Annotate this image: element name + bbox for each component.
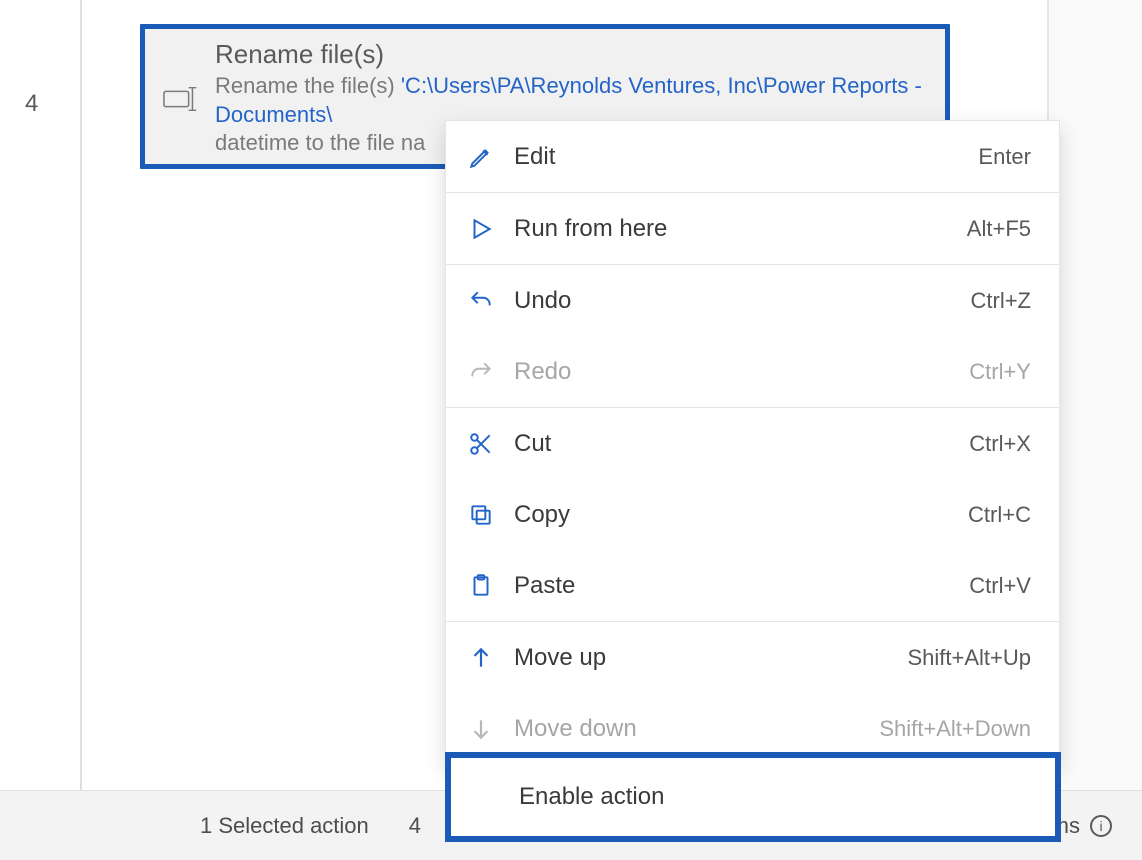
menu-item-label: Move down xyxy=(514,715,879,743)
menu-item-run-from-here[interactable]: Run from hereAlt+F5 xyxy=(446,193,1059,264)
arrow-down-icon xyxy=(466,714,496,744)
menu-item-shortcut: Ctrl+V xyxy=(969,573,1031,599)
menu-item-label: Move up xyxy=(514,644,907,672)
menu-item-edit[interactable]: EditEnter xyxy=(446,121,1059,192)
copy-icon xyxy=(466,500,496,530)
menu-item-undo[interactable]: UndoCtrl+Z xyxy=(446,265,1059,336)
menu-item-label: Undo xyxy=(514,287,971,315)
menu-item-shortcut: Ctrl+Y xyxy=(969,359,1031,385)
paste-icon xyxy=(466,571,496,601)
menu-item-copy[interactable]: CopyCtrl+C xyxy=(446,479,1059,550)
menu-item-move-up[interactable]: Move upShift+Alt+Up xyxy=(446,622,1059,693)
menu-item-shortcut: Ctrl+Z xyxy=(971,288,1032,314)
menu-item-shortcut: Shift+Alt+Up xyxy=(907,645,1031,671)
play-icon xyxy=(466,214,496,244)
menu-item-label: Paste xyxy=(514,572,969,600)
menu-item-label: Run from here xyxy=(514,215,967,243)
menu-item-paste[interactable]: PasteCtrl+V xyxy=(446,550,1059,621)
menu-item-label: Redo xyxy=(514,358,969,386)
rename-file-icon xyxy=(163,87,201,111)
menu-item-redo: RedoCtrl+Y xyxy=(446,336,1059,407)
scissors-icon xyxy=(466,429,496,459)
menu-item-cut[interactable]: CutCtrl+X xyxy=(446,408,1059,479)
pencil-icon xyxy=(466,142,496,172)
menu-item-shortcut: Enter xyxy=(978,144,1031,170)
right-panel-edge xyxy=(1047,0,1142,790)
menu-item-label: Edit xyxy=(514,143,978,171)
menu-item-label: Copy xyxy=(514,501,968,529)
menu-item-label: Enable action xyxy=(519,783,664,811)
menu-item-shortcut: Ctrl+C xyxy=(968,502,1031,528)
context-menu: EditEnterRun from hereAlt+F5UndoCtrl+ZRe… xyxy=(445,120,1060,765)
arrow-up-icon xyxy=(466,643,496,673)
info-icon[interactable]: i xyxy=(1090,815,1112,837)
menu-item-enable-action[interactable]: Enable action xyxy=(445,752,1061,842)
status-selected-count: 1 Selected action xyxy=(200,813,369,839)
menu-item-shortcut: Alt+F5 xyxy=(967,216,1031,242)
step-number: 4 xyxy=(25,90,38,118)
undo-icon xyxy=(466,286,496,316)
menu-item-label: Cut xyxy=(514,430,969,458)
menu-item-shortcut: Shift+Alt+Down xyxy=(879,716,1031,742)
action-title: Rename file(s) xyxy=(215,39,925,70)
status-other-number: 4 xyxy=(409,813,421,839)
menu-item-shortcut: Ctrl+X xyxy=(969,431,1031,457)
redo-icon xyxy=(466,357,496,387)
